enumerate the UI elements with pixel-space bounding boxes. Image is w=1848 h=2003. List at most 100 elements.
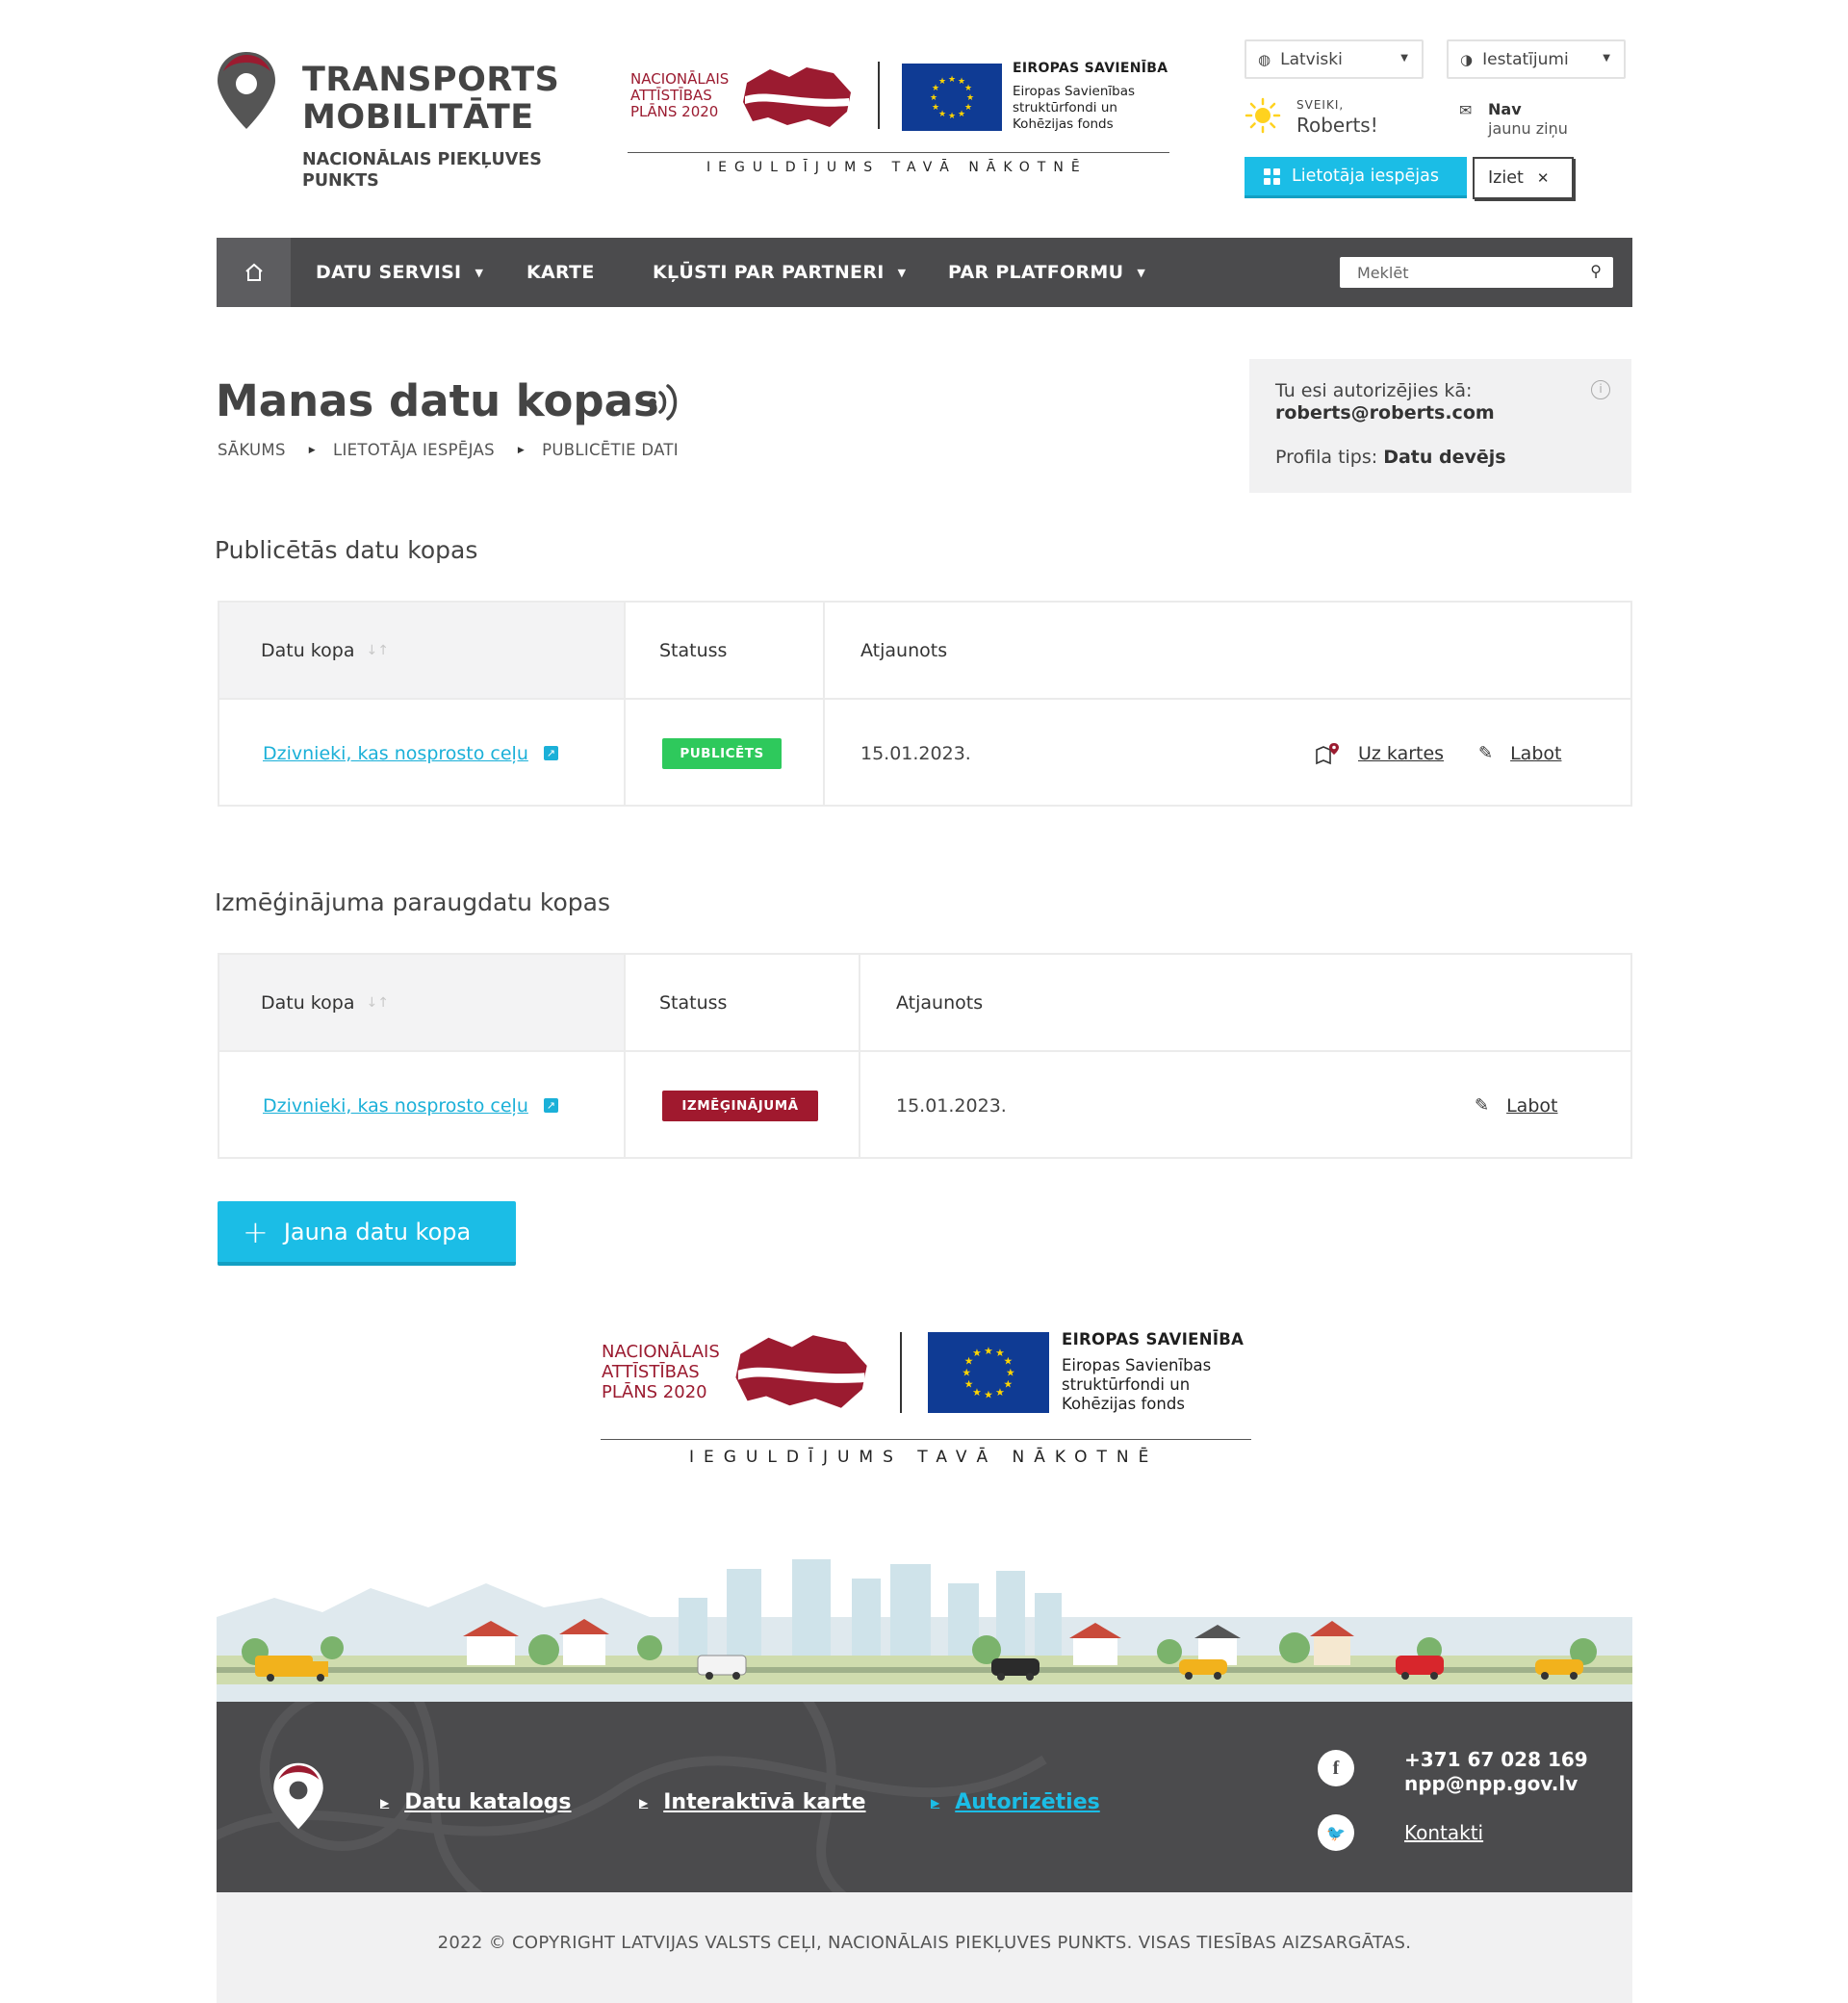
footer-link-interactive-map[interactable]: ▶ Interaktīvā karte	[639, 1790, 866, 1814]
edit-link[interactable]: Labot	[1510, 743, 1561, 764]
home-icon	[244, 263, 263, 281]
sort-icon[interactable]: ↓↑	[366, 643, 388, 658]
edit-link[interactable]: Labot	[1506, 1095, 1557, 1117]
on-map-link[interactable]: Uz kartes	[1358, 743, 1444, 764]
auth-info-box: Tu esi autorizējies kā: roberts@roberts.…	[1249, 359, 1631, 493]
footer-contacts-link[interactable]: Kontakti	[1404, 1821, 1483, 1844]
brand-subtitle-line2: PUNKTS	[302, 171, 379, 191]
footer-copyright: 2022 © COPYRIGHT LATVIJAS VALSTS CEĻI, N…	[217, 1892, 1632, 2003]
eu-line2: struktūrfondi un	[1013, 100, 1117, 116]
profile-type: Profila tips: Datu devējs	[1275, 447, 1605, 468]
eu-description: Eiropas Savienības struktūrfondi un Kohē…	[1062, 1356, 1211, 1414]
nav-item-label: DATU SERVISI	[316, 262, 462, 283]
info-icon[interactable]: i	[1591, 380, 1610, 399]
logout-button[interactable]: Iziet ✕	[1473, 157, 1574, 199]
eu-flag-icon: ★ ★ ★ ★ ★ ★ ★ ★ ★ ★ ★ ★	[902, 64, 1002, 131]
brand-logo-icon[interactable]	[216, 50, 277, 131]
edit-action[interactable]: ✎ Labot	[1475, 1052, 1557, 1159]
nav-item-label: PAR PLATFORMU	[948, 262, 1124, 283]
pencil-icon: ✎	[1475, 1095, 1490, 1116]
svg-text:★: ★	[932, 103, 939, 113]
eu-line2: struktūrfondi un	[1062, 1375, 1191, 1394]
published-table: Datu kopa ↓↑ Statuss Atjaunots Dzivnieki,…	[218, 601, 1632, 807]
updated-date: 15.01.2023.	[896, 1094, 1007, 1117]
svg-text:★: ★	[962, 1367, 971, 1379]
map-action[interactable]: Uz kartes	[1316, 700, 1444, 807]
user-options-label: Lietotāja iespējas	[1292, 167, 1440, 186]
city-landscape-illustration	[217, 1559, 1632, 1702]
facebook-icon[interactable]: f	[1318, 1750, 1354, 1786]
footer-email[interactable]: npp@npp.gov.lv	[1404, 1772, 1588, 1796]
svg-text:★: ★	[938, 110, 946, 119]
status-badge: IZMĒĢINĀJUMĀ	[662, 1090, 818, 1121]
status-cell: PUBLICĒTS	[662, 700, 782, 807]
chevron-down-icon: ▼	[1137, 266, 1146, 279]
external-link-icon[interactable]: ↗	[543, 1098, 558, 1113]
dataset-link[interactable]: Dzivnieki, kas nosprosto ceļu	[263, 743, 528, 764]
eu-description: Eiropas Savienības struktūrfondi un Kohē…	[1013, 84, 1135, 133]
search-icon[interactable]: ⚲	[1590, 262, 1602, 280]
svg-text:★: ★	[984, 1388, 993, 1400]
nav-home-button[interactable]	[217, 238, 291, 307]
messages-title[interactable]: Nav	[1488, 100, 1522, 118]
nav-item-datu-servisi[interactable]: DATU SERVISI ▼	[316, 238, 483, 307]
greeting-user-name: Roberts!	[1296, 114, 1378, 137]
breadcrumb-item[interactable]: SĀKUMS	[218, 441, 286, 459]
nav-item-par-platformu[interactable]: PAR PLATFORMU ▼	[948, 238, 1145, 307]
svg-text:★: ★	[995, 1386, 1005, 1399]
col-header-dataset[interactable]: Datu kopa ↓↑	[261, 603, 389, 698]
footer-link-label: Autorizēties	[955, 1790, 1100, 1814]
trial-table: Datu kopa ↓↑ Statuss Atjaunots Dzivnieki,…	[218, 953, 1632, 1159]
sun-icon	[1245, 97, 1281, 134]
nap-line3: PLĀNS 2020	[602, 1382, 707, 1402]
nap-line2: ATTĪSTĪBAS	[602, 1362, 700, 1382]
profile-type-label: Profila tips:	[1275, 447, 1378, 468]
edit-action[interactable]: ✎ Labot	[1478, 700, 1561, 807]
nap-line2: ATTĪSTĪBAS	[630, 87, 712, 104]
svg-text:★: ★	[972, 1347, 982, 1359]
sort-icon[interactable]: ↓↑	[366, 995, 388, 1011]
user-options-button[interactable]: Lietotāja iespējas	[1245, 157, 1467, 198]
col-header-dataset[interactable]: Datu kopa ↓↑	[261, 955, 389, 1050]
pencil-icon: ✎	[1478, 743, 1494, 763]
footer-link-data-catalog[interactable]: ▶ Datu katalogs	[380, 1790, 572, 1814]
grid-icon	[1264, 167, 1280, 185]
map-pin-icon	[1316, 742, 1339, 764]
svg-text:★: ★	[964, 1378, 974, 1391]
nap-logo-text: NACIONĀLAIS ATTĪSTĪBAS PLĀNS 2020	[630, 71, 729, 120]
nap-line1: NACIONĀLAIS	[602, 1342, 720, 1362]
svg-text:★: ★	[984, 1345, 993, 1357]
breadcrumb-separator-icon: ▶	[308, 445, 316, 455]
search-input[interactable]: Meklēt ⚲	[1340, 257, 1613, 288]
col-header-status: Statuss	[659, 639, 728, 661]
nav-item-klusti-par-partneri[interactable]: KĻŪSTI PAR PARTNERI ▼	[653, 238, 906, 307]
dataset-link[interactable]: Dzivnieki, kas nosprosto ceļu	[263, 1095, 528, 1117]
eu-logo-divider	[900, 1332, 902, 1413]
twitter-icon[interactable]: 🐦	[1318, 1814, 1354, 1851]
latvia-map-icon	[735, 1335, 867, 1408]
svg-text:★: ★	[948, 112, 956, 121]
footer-phone[interactable]: +371 67 028 169	[1404, 1748, 1588, 1772]
svg-text:★: ★	[966, 93, 974, 103]
brand-title-line2: MOBILITĀTE	[302, 98, 534, 137]
new-dataset-button[interactable]: + Jauna datu kopa	[218, 1201, 516, 1266]
col-header-label: Datu kopa	[261, 991, 355, 1014]
footer-logo-icon[interactable]	[271, 1761, 325, 1835]
col-header-label: Datu kopa	[261, 639, 355, 661]
eu-title: EIROPAS SAVIENĪBA	[1062, 1330, 1245, 1348]
mail-icon[interactable]: ✉	[1459, 101, 1472, 119]
col-header-status: Statuss	[659, 991, 728, 1014]
footer-link-login[interactable]: ▶ Autorizēties	[931, 1790, 1100, 1814]
language-select[interactable]: ◍ Latviski ▼	[1245, 39, 1424, 79]
settings-select[interactable]: ◑ Iestatījumi ▼	[1447, 39, 1626, 79]
chevron-down-icon: ▼	[1400, 53, 1408, 64]
triangle-right-icon: ▶	[380, 1795, 390, 1810]
breadcrumb-item[interactable]: LIETOTĀJA IESPĒJAS	[333, 441, 495, 459]
nav-item-karte[interactable]: KARTE	[526, 238, 595, 307]
table-row: Dzivnieki, kas nosprosto ceļu ↗	[263, 700, 558, 807]
external-link-icon[interactable]: ↗	[543, 746, 558, 760]
nav-item-label: KARTE	[526, 262, 595, 283]
eu-funding-logo: NACIONĀLAIS ATTĪSTĪBAS PLĀNS 2020 ★ ★ ★ ★ ★…	[628, 56, 1169, 181]
brand-title: TRANSPORTS MOBILITĀTE	[302, 62, 559, 137]
status-cell: IZMĒĢINĀJUMĀ	[662, 1052, 818, 1159]
